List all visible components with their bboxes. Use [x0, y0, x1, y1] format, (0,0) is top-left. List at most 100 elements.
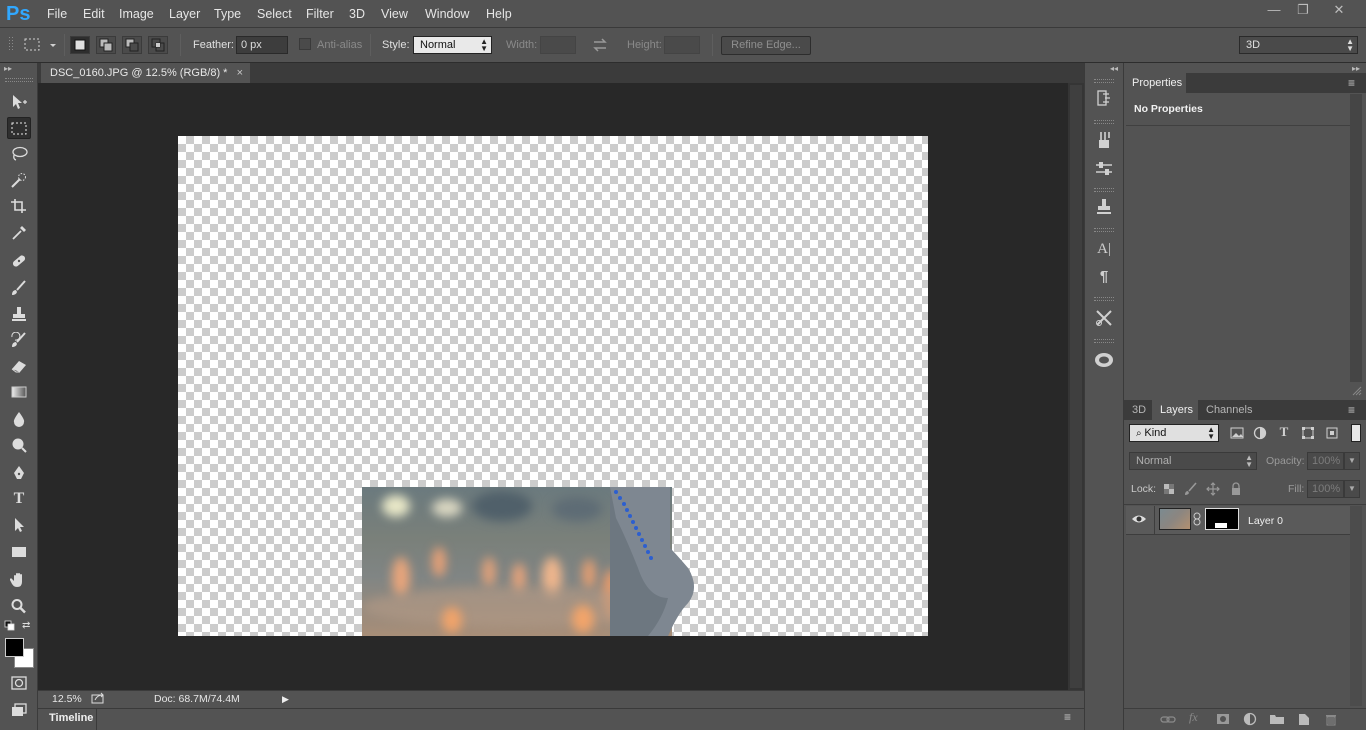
path-selection-tool-button[interactable]	[7, 514, 31, 536]
tab-channels[interactable]: Channels	[1198, 400, 1256, 420]
lock-position-button[interactable]	[1206, 482, 1220, 496]
filter-toggle-switch[interactable]	[1351, 424, 1361, 442]
clone-stamp-tool-button[interactable]	[7, 303, 31, 325]
height-input[interactable]	[664, 36, 700, 54]
blend-mode-dropdown[interactable]: Normal ▲ ▼	[1129, 452, 1257, 470]
layer-style-button[interactable]: fx	[1189, 710, 1205, 726]
menu-filter[interactable]: Filter	[305, 0, 335, 28]
link-layers-button[interactable]	[1160, 711, 1176, 727]
add-to-selection-button[interactable]	[96, 36, 116, 54]
swap-colors-button[interactable]: ⇄	[22, 620, 34, 632]
screen-mode-button[interactable]	[7, 699, 31, 721]
foreground-color-swatch[interactable]	[5, 638, 24, 657]
lasso-tool-button[interactable]	[7, 143, 31, 165]
filter-type-button[interactable]: T	[1276, 424, 1292, 440]
swap-width-height-button[interactable]	[591, 37, 609, 53]
layer-thumbnail[interactable]	[1159, 508, 1191, 530]
filter-smart-object-button[interactable]	[1324, 425, 1340, 441]
filter-shape-button[interactable]	[1300, 425, 1316, 441]
opacity-input[interactable]: 100%	[1307, 452, 1344, 470]
resize-grip-icon[interactable]	[1352, 386, 1362, 396]
menu-file[interactable]: File	[46, 0, 68, 28]
layer-filter-dropdown[interactable]: ⌕ Kind ▲ ▼	[1129, 424, 1219, 442]
menu-layer[interactable]: Layer	[168, 0, 201, 28]
new-layer-button[interactable]	[1296, 711, 1312, 727]
properties-tab[interactable]: Properties	[1124, 73, 1186, 93]
restore-button[interactable]: ❐	[1288, 0, 1318, 22]
quick-mask-button[interactable]	[7, 672, 31, 694]
zoom-level[interactable]: 12.5%	[52, 692, 82, 706]
eyedropper-tool-button[interactable]	[7, 222, 31, 244]
properties-menu-icon[interactable]: ≡	[1348, 73, 1364, 93]
width-input[interactable]	[540, 36, 576, 54]
opacity-slider-toggle[interactable]: ▼	[1344, 452, 1360, 470]
new-selection-button[interactable]	[70, 36, 90, 54]
quick-selection-tool-button[interactable]	[7, 170, 31, 192]
character-panel-button[interactable]: A|	[1093, 238, 1115, 260]
antialias-checkbox[interactable]	[299, 38, 311, 50]
menu-image[interactable]: Image	[118, 0, 155, 28]
collapse-toolbar-icon[interactable]: ▸▸	[4, 64, 34, 74]
menu-select[interactable]: Select	[256, 0, 293, 28]
timeline-menu-icon[interactable]: ≡	[1064, 708, 1080, 728]
tool-preset-picker[interactable]	[23, 37, 57, 53]
share-button[interactable]	[91, 692, 105, 704]
hand-tool-button[interactable]	[7, 569, 31, 591]
layer-mask-thumbnail[interactable]	[1205, 508, 1239, 530]
eraser-tool-button[interactable]	[7, 355, 31, 377]
tool-presets-button[interactable]	[1093, 129, 1115, 151]
menu-edit[interactable]: Edit	[82, 0, 106, 28]
type-tool-button[interactable]: T	[7, 488, 31, 510]
menu-window[interactable]: Window	[424, 0, 470, 28]
crop-tool-button[interactable]	[7, 195, 31, 217]
delete-layer-button[interactable]	[1323, 711, 1339, 727]
tab-3d[interactable]: 3D	[1124, 400, 1152, 420]
status-menu-arrow-icon[interactable]: ▶	[282, 693, 290, 705]
tab-layers[interactable]: Layers	[1152, 400, 1198, 420]
healing-brush-tool-button[interactable]	[7, 250, 31, 272]
new-adjustment-layer-button[interactable]	[1242, 711, 1258, 727]
layers-menu-icon[interactable]: ≡	[1348, 400, 1364, 420]
layer-name[interactable]: Layer 0	[1248, 515, 1283, 527]
history-panel-button[interactable]	[1093, 87, 1115, 109]
menu-view[interactable]: View	[380, 0, 409, 28]
fill-slider-toggle[interactable]: ▼	[1344, 480, 1360, 498]
blur-tool-button[interactable]	[7, 408, 31, 430]
document-canvas[interactable]	[178, 136, 928, 636]
close-button[interactable]: ✕	[1323, 0, 1355, 22]
close-document-button[interactable]: ×	[237, 63, 243, 83]
minimize-button[interactable]: —	[1259, 0, 1289, 22]
workspace-dropdown[interactable]: 3D ▲ ▼	[1239, 36, 1358, 54]
feather-input[interactable]: 0 px	[236, 36, 288, 54]
history-brush-tool-button[interactable]	[7, 329, 31, 351]
style-dropdown[interactable]: Normal ▲ ▼	[413, 36, 492, 54]
creative-cloud-libraries-button[interactable]	[1093, 349, 1115, 371]
layer-visibility-toggle[interactable]	[1131, 512, 1147, 526]
lock-image-pixels-button[interactable]	[1184, 482, 1198, 496]
clone-source-button[interactable]	[1093, 196, 1115, 218]
properties-scrollbar[interactable]	[1350, 94, 1362, 382]
lock-transparent-pixels-button[interactable]	[1162, 482, 1176, 496]
adjustments-button[interactable]	[1093, 157, 1115, 179]
zoom-tool-button[interactable]	[7, 595, 31, 617]
filter-pixel-button[interactable]	[1229, 425, 1245, 441]
lock-all-button[interactable]	[1229, 482, 1243, 496]
fill-input[interactable]: 100%	[1307, 480, 1344, 498]
tools-options-button[interactable]	[1093, 307, 1115, 329]
pen-tool-button[interactable]	[7, 462, 31, 484]
rectangular-marquee-tool-button[interactable]	[7, 117, 31, 139]
collapse-dock-icon[interactable]: ◂◂	[1110, 64, 1122, 74]
paragraph-panel-button[interactable]: ¶	[1093, 266, 1115, 288]
brush-tool-button[interactable]	[7, 277, 31, 299]
subtract-from-selection-button[interactable]	[122, 36, 142, 54]
intersect-selection-button[interactable]	[148, 36, 168, 54]
add-mask-button[interactable]	[1215, 711, 1231, 727]
move-tool-button[interactable]	[7, 91, 31, 113]
gradient-tool-button[interactable]	[7, 381, 31, 403]
default-colors-button[interactable]	[4, 620, 16, 632]
menu-type[interactable]: Type	[213, 0, 242, 28]
layer-mask-link-icon[interactable]	[1193, 512, 1201, 526]
timeline-tab[interactable]: Timeline	[41, 709, 97, 730]
dodge-tool-button[interactable]	[7, 434, 31, 456]
rectangle-tool-button[interactable]	[7, 541, 31, 563]
